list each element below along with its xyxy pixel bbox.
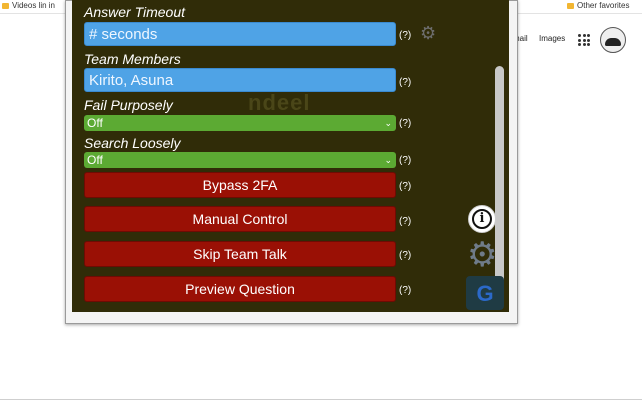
search-loosely-value: Off — [87, 153, 103, 167]
manual-control-help[interactable]: (?) — [399, 216, 411, 227]
search-loosely-help[interactable]: (?) — [399, 155, 411, 166]
answer-timeout-label: Answer Timeout — [84, 4, 186, 20]
fail-purposely-select[interactable]: Off ⌄ — [84, 115, 396, 131]
info-button[interactable]: i — [468, 205, 496, 233]
google-logo-tile: G — [466, 276, 504, 310]
team-members-label: Team Members — [84, 51, 181, 67]
divider — [0, 399, 642, 400]
images-link[interactable]: Images — [539, 34, 565, 43]
chevron-down-icon: ⌄ — [384, 155, 392, 165]
avatar[interactable] — [600, 27, 626, 53]
search-loosely-select[interactable]: Off ⌄ — [84, 152, 396, 168]
preview-question-button[interactable]: Preview Question — [84, 276, 396, 302]
answer-timeout-help[interactable]: (?) — [399, 30, 411, 41]
chevron-down-icon: ⌄ — [384, 118, 392, 128]
folder-icon — [2, 3, 9, 9]
team-members-help[interactable]: (?) — [399, 77, 411, 88]
search-loosely-label: Search Loosely — [84, 135, 181, 151]
folder-icon — [567, 3, 574, 9]
manual-control-button[interactable]: Manual Control — [84, 206, 396, 232]
bookmark-label: Videos lin in — [12, 1, 55, 10]
fail-purposely-value: Off — [87, 116, 103, 130]
preview-question-help[interactable]: (?) — [399, 285, 411, 296]
bookmark-videos[interactable]: Videos lin in — [2, 1, 55, 10]
team-members-input[interactable] — [84, 68, 396, 92]
bookmark-other-favorites[interactable]: Other favorites — [567, 1, 629, 10]
gear-icon[interactable]: ⚙ — [420, 24, 436, 42]
bookmark-label: Other favorites — [577, 1, 630, 10]
answer-timeout-input[interactable] — [84, 22, 396, 46]
fail-purposely-help[interactable]: (?) — [399, 118, 411, 129]
bypass-2fa-button[interactable]: Bypass 2FA — [84, 172, 396, 198]
skip-team-talk-button[interactable]: Skip Team Talk — [84, 241, 396, 267]
fail-purposely-label: Fail Purposely — [84, 97, 173, 113]
settings-gear-icon[interactable]: ⚙ — [467, 238, 497, 272]
info-icon: i — [472, 209, 492, 229]
background-title: ndeel — [248, 90, 311, 115]
apps-grid-icon[interactable] — [578, 34, 590, 46]
bypass-2fa-help[interactable]: (?) — [399, 181, 411, 192]
skip-team-talk-help[interactable]: (?) — [399, 250, 411, 261]
cheat-panel: ndeel Answer Timeout (?) ⚙ Team Members … — [72, 0, 509, 312]
